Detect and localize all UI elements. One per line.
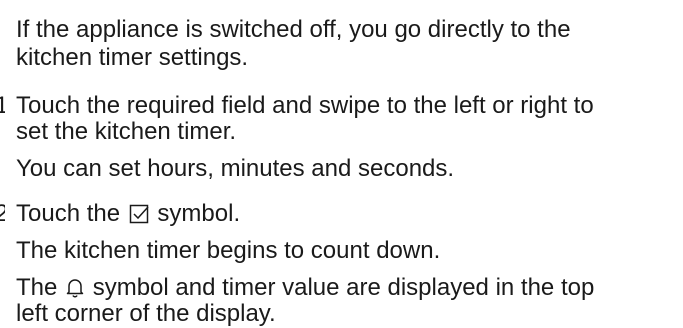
step-2-result-2-after-icon: symbol and timer value are displayed in … — [92, 274, 595, 301]
step-2-text-before-icon: Touch the — [16, 200, 121, 227]
step-2-result-2-line-1: The symbol and timer value are displayed… — [16, 274, 594, 302]
step-1-number: 1. — [0, 92, 5, 120]
intro-text-line-2: kitchen timer settings. — [16, 44, 249, 71]
step-1-text-line-1: Touch the required field and swipe to th… — [16, 92, 594, 119]
step-1-result: You can set hours, minutes and seconds. — [16, 155, 455, 182]
intro-text-line-1: If the appliance is switched off, you go… — [16, 16, 571, 43]
step-2-result-2-before-icon: The — [16, 274, 58, 301]
step-1-text-line-2: set the kitchen timer. — [16, 118, 237, 145]
step-2-result-1: The kitchen timer begins to count down. — [16, 237, 441, 264]
step-2-result-2-line-2: left corner of the display. — [16, 300, 276, 327]
checkmark-box-icon — [129, 204, 149, 224]
step-2-text: Touch the symbol. — [16, 200, 240, 228]
bell-icon — [66, 278, 84, 298]
step-2-text-after-icon: symbol. — [157, 200, 241, 227]
step-2-number: 2. — [0, 200, 5, 228]
